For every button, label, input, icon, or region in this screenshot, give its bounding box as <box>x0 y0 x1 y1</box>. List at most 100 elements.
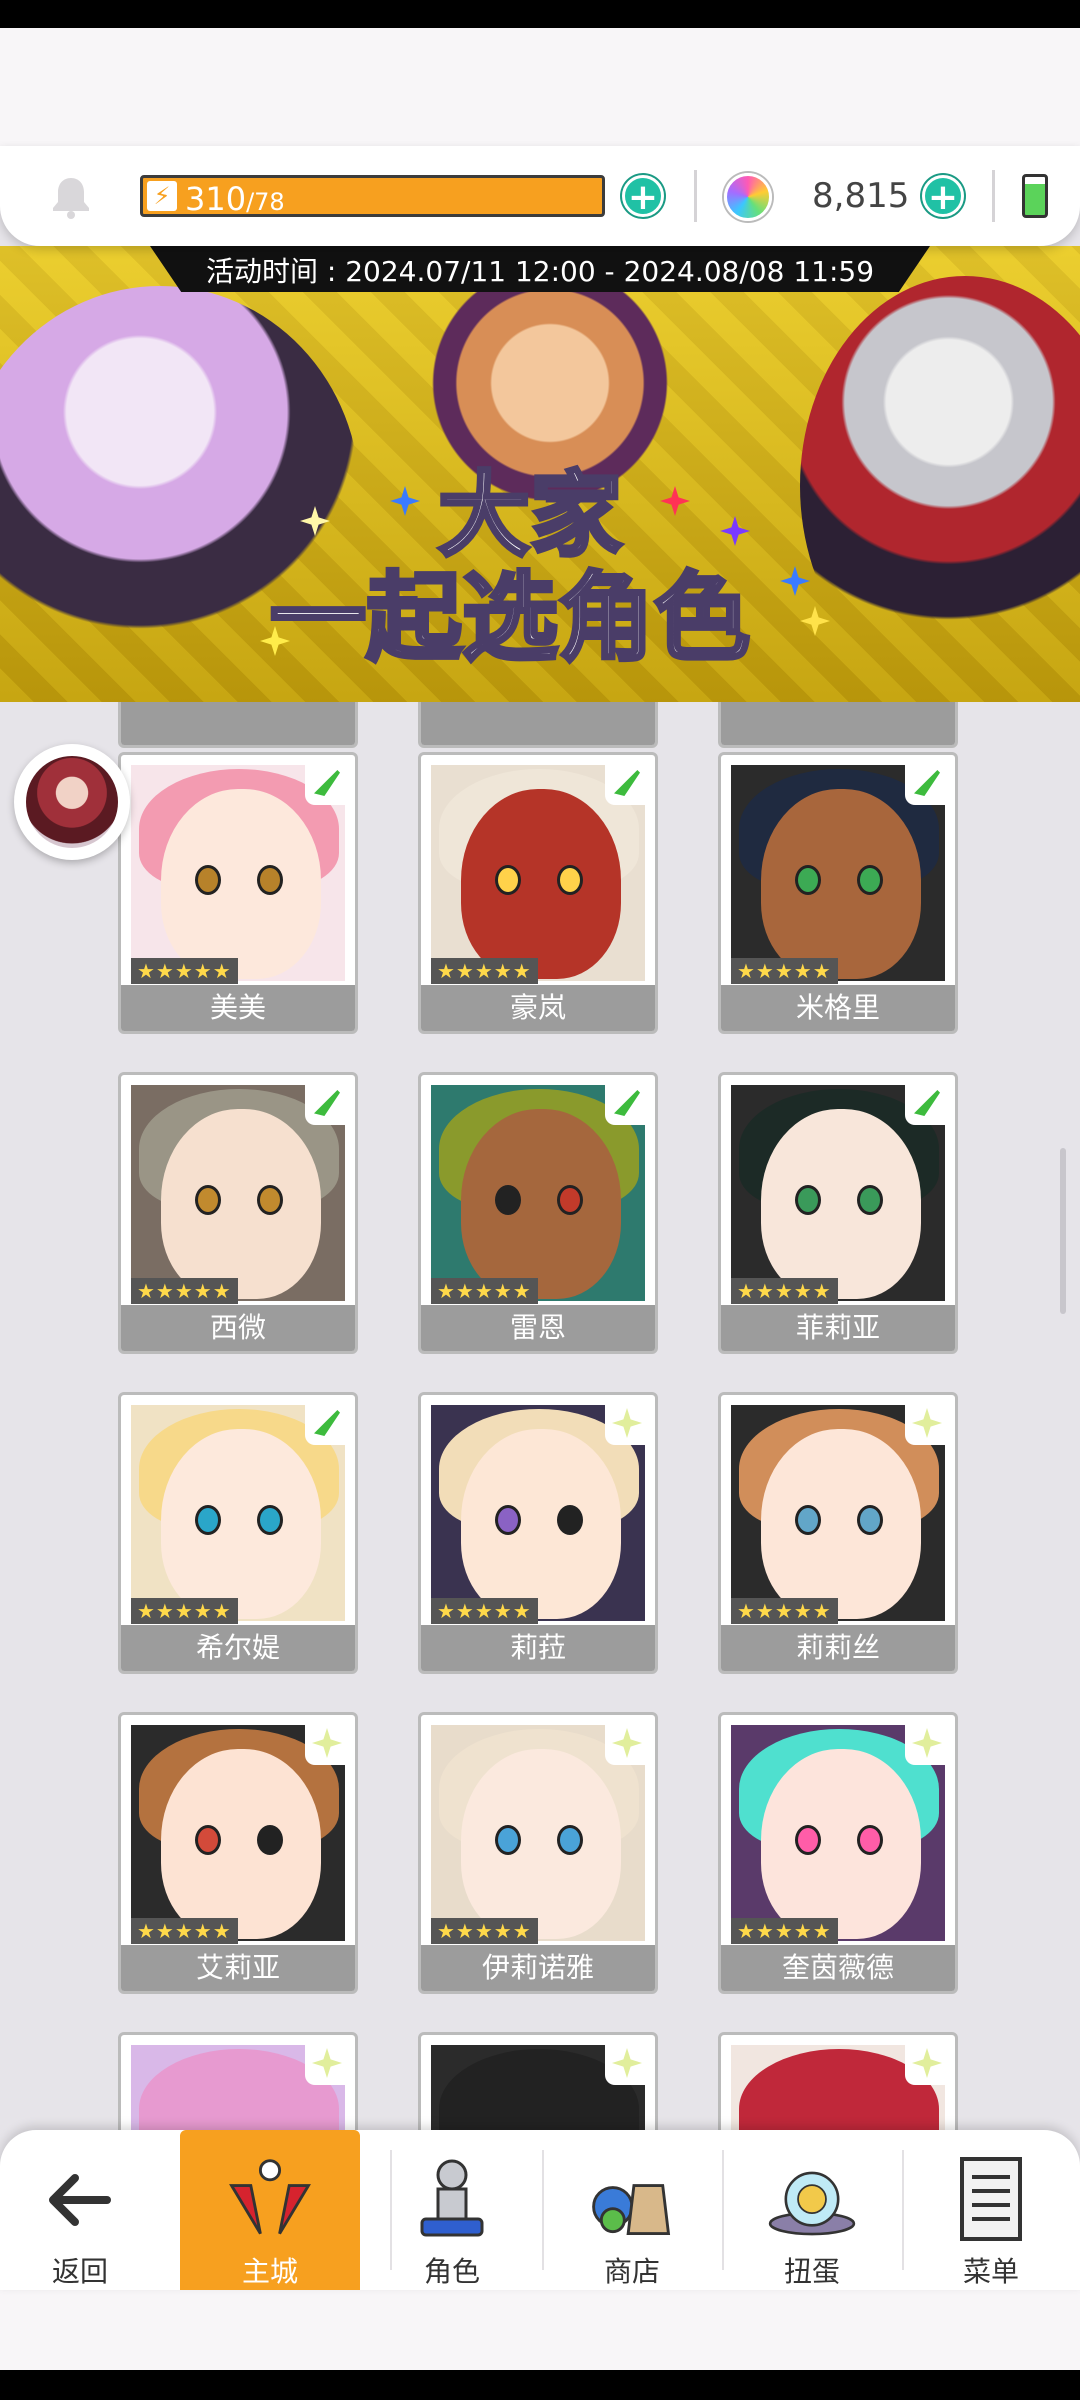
character-card[interactable]: ★★★★★ 西微 <box>118 1072 358 1354</box>
nav-menu[interactable]: 菜单 <box>902 2130 1080 2290</box>
back-arrow-icon <box>32 2152 128 2248</box>
rarity-stars: ★★★★★ <box>731 1918 838 1944</box>
nav-shop[interactable]: 商店 <box>542 2130 722 2290</box>
character-card[interactable]: ★★★★★ 伊莉诺雅 <box>418 1712 658 1994</box>
light-element-icon <box>905 1721 949 1765</box>
character-name <box>421 702 655 745</box>
character-card-partial[interactable] <box>718 702 958 748</box>
nav-characters-label: 角色 <box>423 2255 480 2288</box>
rarity-stars: ★★★★★ <box>731 1598 838 1624</box>
character-name: 美美 <box>121 985 355 1031</box>
character-card[interactable]: ★★★★★ 美美 <box>118 752 358 1034</box>
stamina-max: /78 <box>246 188 285 216</box>
nav-characters[interactable]: 角色 <box>362 2130 542 2290</box>
stamina-value: 310/78 <box>185 180 285 218</box>
stamina-current: 310 <box>185 180 247 218</box>
character-name: 奎茵薇德 <box>721 1945 955 1991</box>
system-nav-bar <box>0 2370 1080 2400</box>
character-card[interactable]: ★★★★★ 米格里 <box>718 752 958 1034</box>
character-name: 莉莉丝 <box>721 1625 955 1671</box>
character-grid: ★★★★★ 美美 ★★★★★ 豪岚 ★★★★★ 米格里 ★★★★★ 西微 ★★★… <box>0 702 1080 2290</box>
wind-element-icon <box>905 761 949 805</box>
light-element-icon <box>905 2041 949 2085</box>
character-card[interactable]: ★★★★★ 雷恩 <box>418 1072 658 1354</box>
character-card[interactable]: ★★★★★ 艾莉亚 <box>118 1712 358 1994</box>
character-name: 希尔媞 <box>121 1625 355 1671</box>
light-element-icon <box>605 1401 649 1445</box>
game-screen: ★★★★★ 美美 ★★★★★ 豪岚 ★★★★★ 米格里 ★★★★★ 西微 ★★★… <box>0 0 1080 2400</box>
event-time: 活动时间 : 2024.07/11 12:00 - 2024.08/08 11:… <box>205 255 875 288</box>
character-card[interactable]: ★★★★★ 莉菈 <box>418 1392 658 1674</box>
nav-back[interactable]: 返回 <box>0 2130 160 2290</box>
rarity-stars: ★★★★★ <box>431 1598 538 1624</box>
event-banner[interactable]: 活动时间 : 2024.07/11 12:00 - 2024.08/08 11:… <box>0 246 1080 702</box>
status-bar <box>0 0 1080 28</box>
character-card[interactable]: ★★★★★ 希尔媞 <box>118 1392 358 1674</box>
character-name: 艾莉亚 <box>121 1945 355 1991</box>
resource-bar: ⚡ 310/78 + 8,815 + <box>0 146 1080 246</box>
character-name: 莉菈 <box>421 1625 655 1671</box>
banner-title-line1: 大家 <box>436 462 624 569</box>
rarity-stars: ★★★★★ <box>131 1278 238 1304</box>
character-card[interactable]: ★★★★★ 豪岚 <box>418 752 658 1034</box>
rarity-stars: ★★★★★ <box>431 1918 538 1944</box>
character-name: 米格里 <box>721 985 955 1031</box>
rarity-stars: ★★★★★ <box>431 1278 538 1304</box>
wind-element-icon <box>605 1081 649 1125</box>
rarity-stars: ★★★★★ <box>731 1278 838 1304</box>
notification-bell-icon[interactable] <box>48 174 94 220</box>
light-element-icon <box>605 1721 649 1765</box>
lightning-icon: ⚡ <box>147 181 177 211</box>
character-card-partial[interactable] <box>118 702 358 748</box>
nav-menu-label: 菜单 <box>962 2255 1019 2288</box>
rarity-stars: ★★★★★ <box>131 958 238 984</box>
rarity-stars: ★★★★★ <box>431 958 538 984</box>
character-card[interactable]: ★★★★★ 莉莉丝 <box>718 1392 958 1674</box>
rarity-stars: ★★★★★ <box>131 1598 238 1624</box>
add-stamina-button[interactable]: + <box>622 175 664 218</box>
character-name: 豪岚 <box>421 985 655 1031</box>
bottom-navigation: 返回 主城 角色 商店 扭蛋 菜单 <box>0 2130 1080 2290</box>
scrollbar[interactable] <box>1060 1148 1066 1314</box>
divider <box>992 170 995 222</box>
character-statue-icon <box>404 2152 500 2248</box>
nav-back-label: 返回 <box>51 2255 108 2288</box>
character-name: 菲莉亚 <box>721 1305 955 1351</box>
light-element-icon <box>605 2041 649 2085</box>
wind-element-icon <box>305 1401 349 1445</box>
wind-element-icon <box>305 1081 349 1125</box>
light-element-icon <box>305 2041 349 2085</box>
character-name: 西微 <box>121 1305 355 1351</box>
add-gems-button[interactable]: + <box>922 175 964 218</box>
character-name: 伊莉诺雅 <box>421 1945 655 1991</box>
nav-shop-label: 商店 <box>603 2255 660 2288</box>
character-card[interactable]: ★★★★★ 菲莉亚 <box>718 1072 958 1354</box>
wind-element-icon <box>605 761 649 805</box>
castle-icon <box>222 2152 318 2248</box>
bottom-area <box>0 2290 1080 2370</box>
gem-count: 8,815 <box>812 176 910 216</box>
nav-gacha[interactable]: 扭蛋 <box>722 2130 902 2290</box>
rarity-stars: ★★★★★ <box>131 1918 238 1944</box>
banner-title-line2: 一起选角色 <box>268 562 752 674</box>
light-element-icon <box>905 1401 949 1445</box>
wind-element-icon <box>905 1081 949 1125</box>
stamina-bar: ⚡ 310/78 <box>140 175 605 218</box>
shop-bag-icon <box>584 2152 680 2248</box>
banner-title: 大家 一起选角色 <box>0 462 1080 674</box>
character-card-partial[interactable] <box>418 702 658 748</box>
event-time-strip: 活动时间 : 2024.07/11 12:00 - 2024.08/08 11:… <box>150 246 930 292</box>
nav-gacha-label: 扭蛋 <box>783 2255 840 2288</box>
nav-main-city-label: 主城 <box>241 2255 298 2288</box>
character-name: 雷恩 <box>421 1305 655 1351</box>
gem-icon <box>724 173 772 221</box>
battery-icon <box>1022 174 1048 218</box>
character-card[interactable]: ★★★★★ 奎茵薇德 <box>718 1712 958 1994</box>
gacha-orb-icon <box>764 2152 860 2248</box>
player-avatar[interactable] <box>14 744 130 860</box>
divider <box>694 170 697 222</box>
rarity-stars: ★★★★★ <box>731 958 838 984</box>
menu-list-icon <box>943 2152 1039 2248</box>
nav-main-city[interactable]: 主城 <box>180 2130 360 2290</box>
character-name <box>121 702 355 745</box>
